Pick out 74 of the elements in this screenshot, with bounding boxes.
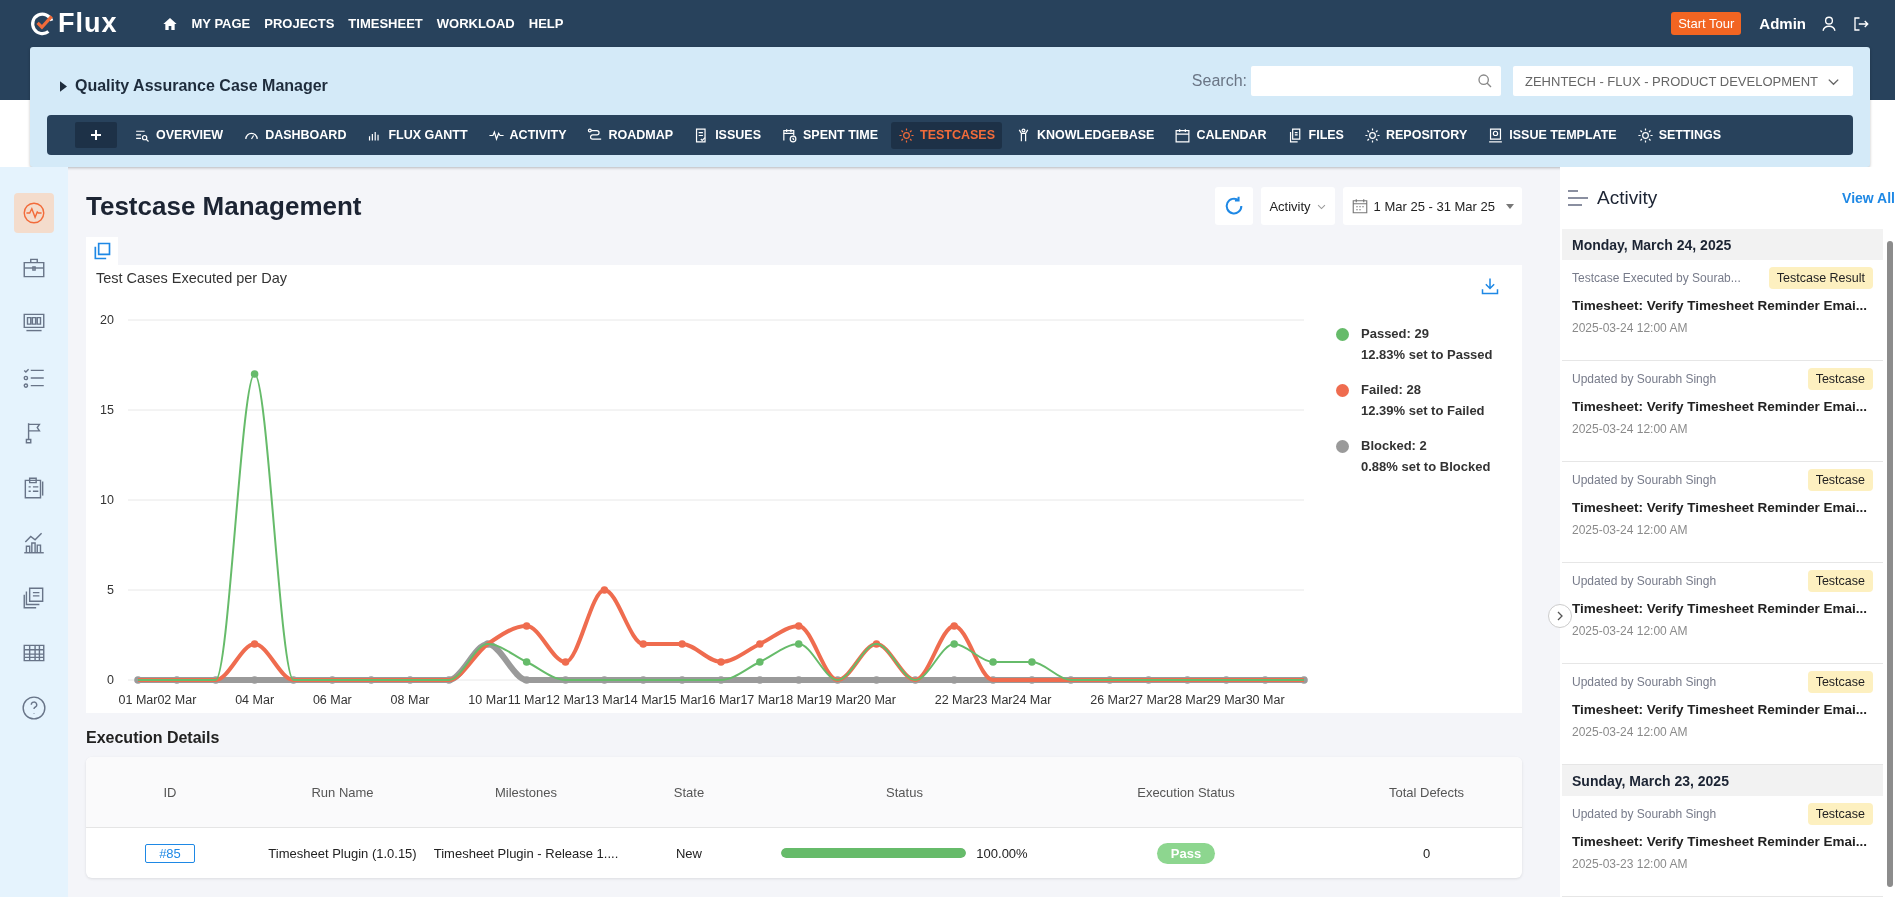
x-tick-label: 13 Mar (584, 693, 624, 707)
activity-time: 2025-03-24 12:00 AM (1572, 321, 1689, 335)
table-cell: Timesheet Plugin - Release 1.... (433, 845, 619, 861)
x-tick-label: 26 Mar (1090, 693, 1130, 707)
x-tick-label: 18 Mar (779, 693, 819, 707)
table-cell: 0 (1422, 845, 1431, 861)
x-tick-label: 12 Mar (546, 693, 585, 707)
table-cell: Timesheet Plugin (1.0.15) (268, 845, 417, 861)
column-header: Execution Status (1136, 784, 1236, 800)
page-title: Testcase Management (86, 190, 362, 222)
project-title: Quality Assurance Case Manager (75, 77, 328, 95)
x-tick-label: 27 Mar (1129, 693, 1168, 707)
activity-author: Updated by Sourabh Singh (1572, 473, 1717, 487)
column-header: Total Defects (1387, 784, 1466, 800)
legend-detail: 12.83% set to Passed (1361, 347, 1493, 362)
x-tick-label: 19 Mar (818, 693, 858, 707)
chart-title: Test Cases Executed per Day (96, 270, 287, 286)
progress-value: 100.00% (976, 845, 1028, 861)
x-tick-label: 04 Mar (235, 693, 275, 707)
status-pill: Pass (1156, 842, 1216, 864)
x-tick-label: 17 Mar (740, 693, 780, 707)
x-tick-label: 11 Mar (507, 693, 546, 707)
activity-tag: Testcase (1807, 803, 1873, 825)
legend-detail: 0.88% set to Blocked (1361, 459, 1491, 474)
activity-time: 2025-03-23 12:00 AM (1572, 857, 1689, 871)
x-tick-label: 14 Mar (623, 693, 663, 707)
date-header: Monday, March 24, 2025 (1562, 229, 1883, 260)
column-header: ID (162, 784, 178, 800)
column-header: Run Name (310, 784, 375, 800)
activity-tag: Testcase (1807, 570, 1873, 592)
y-tick-label: 0 (107, 673, 114, 687)
x-tick-label: 08 Mar (390, 693, 430, 707)
x-tick-label: 30 Mar (1245, 693, 1285, 707)
activity-author: Updated by Sourabh Singh (1572, 807, 1717, 821)
activity-time: 2025-03-24 12:00 AM (1572, 422, 1689, 436)
activity-author: Updated by Sourabh Singh (1572, 574, 1717, 588)
panel-title: Activity (1597, 187, 1658, 209)
x-tick-label: 24 Mar (1012, 693, 1052, 707)
x-tick-label: 20 Mar (857, 693, 896, 707)
activity-author: Testcase Executed by Sourab... (1572, 271, 1741, 285)
x-tick-label: 16 Mar (701, 693, 741, 707)
activity-tag: Testcase Result (1768, 267, 1873, 289)
activity-author: Updated by Sourabh Singh (1572, 675, 1717, 689)
activity-tag: Testcase (1807, 671, 1873, 693)
activity-tag: Testcase (1807, 469, 1873, 491)
activity-author: Updated by Sourabh Singh (1572, 372, 1717, 386)
y-tick-label: 20 (100, 313, 114, 327)
section-title: Execution Details (86, 729, 221, 747)
y-tick-label: 5 (107, 583, 114, 597)
activity-tag: Testcase (1807, 368, 1873, 390)
search-label: Search: (1191, 72, 1247, 90)
y-tick-label: 15 (100, 403, 114, 417)
activity-time: 2025-03-24 12:00 AM (1572, 624, 1689, 638)
x-tick-label: 06 Mar (312, 693, 352, 707)
x-tick-label: 29 Mar (1206, 693, 1246, 707)
legend-label: Blocked: 2 (1361, 438, 1428, 453)
x-tick-label: 15 Mar (662, 693, 702, 707)
date-header: Sunday, March 23, 2025 (1562, 765, 1883, 796)
legend-detail: 12.39% set to Failed (1361, 403, 1485, 418)
legend-label: Failed: 28 (1361, 382, 1422, 397)
legend-label: Passed: 29 (1361, 326, 1430, 341)
activity-time: 2025-03-24 12:00 AM (1572, 725, 1689, 739)
x-tick-label: 28 Mar (1167, 693, 1207, 707)
x-tick-label: 22 Mar (934, 693, 974, 707)
column-header: Milestones (493, 784, 559, 800)
table-cell: New (676, 845, 702, 861)
x-tick-label: 02 Mar (157, 693, 197, 707)
y-tick-label: 10 (100, 493, 114, 507)
x-tick-label: 01 Mar (118, 693, 158, 707)
x-tick-label: 10 Mar (468, 693, 508, 707)
activity-time: 2025-03-24 12:00 AM (1572, 523, 1689, 537)
column-header: Status (885, 784, 924, 800)
x-tick-label: 23 Mar (973, 693, 1013, 707)
column-header: State (672, 784, 706, 800)
